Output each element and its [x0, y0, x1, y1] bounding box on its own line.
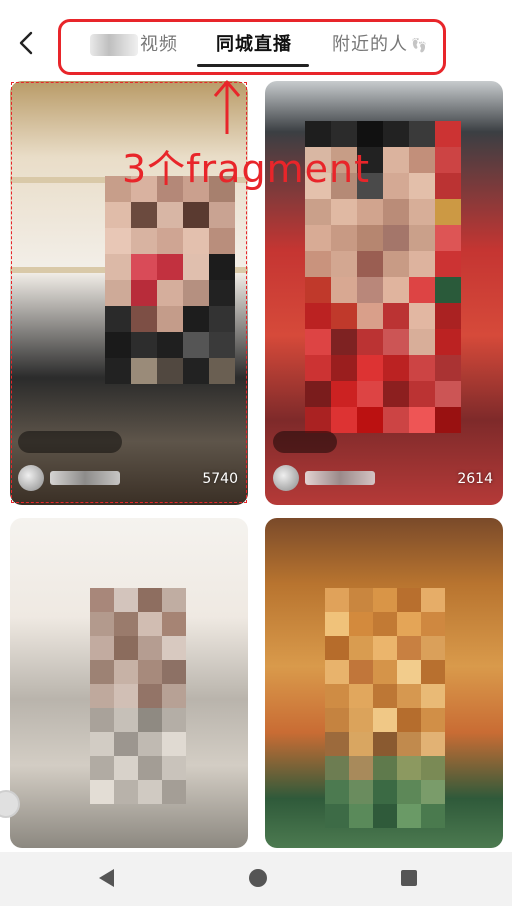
back-arrow-icon[interactable] [14, 30, 40, 56]
annotation-arrow-icon [213, 80, 241, 134]
square-recent-icon[interactable] [398, 866, 420, 890]
circle-home-icon[interactable] [246, 866, 270, 890]
fragment-annotation-text: 3个fragment [122, 147, 370, 191]
pixelated-region [90, 588, 186, 804]
system-navigation-bar [0, 852, 512, 906]
top-navigation: 视频 同城直播 附近的人 👣︎ [0, 0, 512, 82]
viewer-count: 2614 [457, 471, 493, 487]
live-tag-blurred [273, 431, 337, 453]
live-card[interactable] [265, 518, 503, 848]
streamer-name-blurred [305, 471, 375, 485]
pixelated-region [325, 588, 445, 828]
live-card[interactable] [10, 518, 248, 848]
triangle-back-icon[interactable] [96, 866, 118, 890]
tabs-annotation-outline [58, 19, 446, 75]
avatar[interactable] [273, 465, 299, 491]
streamer-info[interactable] [273, 465, 375, 491]
